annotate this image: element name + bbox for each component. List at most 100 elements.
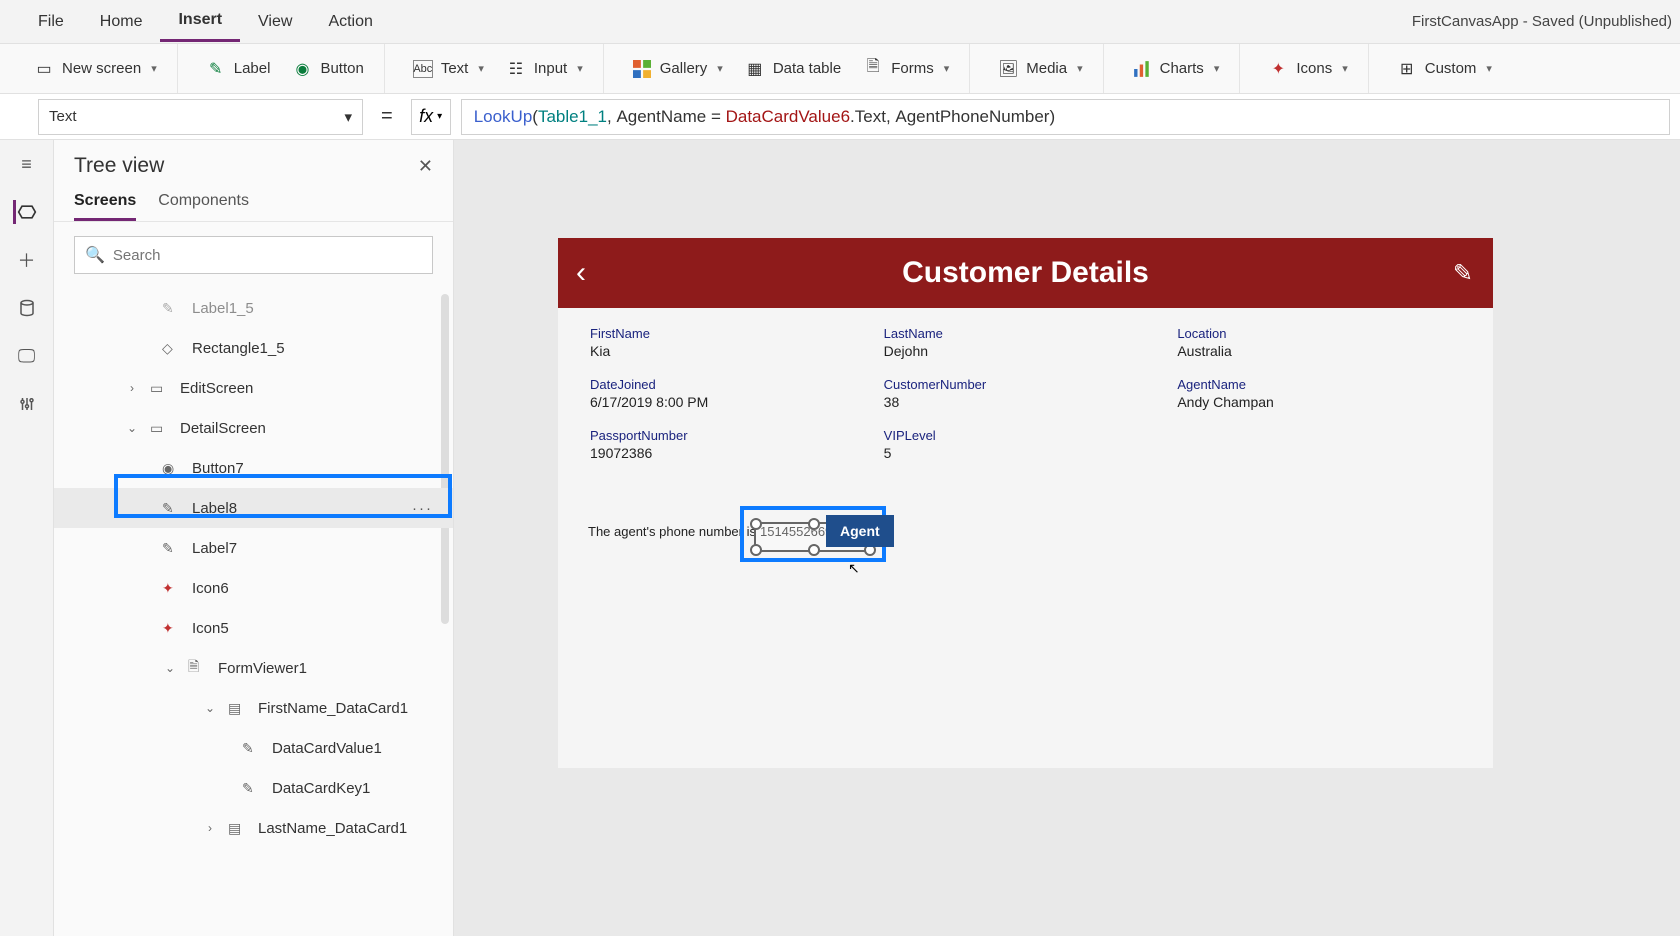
- chevron-down-icon: ▾: [344, 108, 352, 126]
- more-icon[interactable]: ···: [412, 500, 433, 517]
- data-table-button[interactable]: ▦ Data table: [737, 54, 849, 84]
- tree-item-label8[interactable]: ✎ Label8 ···: [54, 488, 453, 528]
- agentname-label: AgentName: [1177, 377, 1461, 392]
- form-icon: 🗎: [188, 656, 208, 680]
- search-input[interactable]: [113, 247, 422, 264]
- tree-item-icon6[interactable]: ✦ Icon6: [54, 568, 453, 608]
- button-button[interactable]: ◉ Button: [284, 54, 371, 84]
- tree-item-formviewer1[interactable]: ⌄ 🗎 FormViewer1: [54, 648, 453, 688]
- collapse-icon[interactable]: ⌄: [124, 421, 140, 435]
- tree-item-rectangle1-5[interactable]: ◇ Rectangle1_5: [54, 328, 453, 368]
- lastname-label: LastName: [884, 326, 1168, 341]
- button-icon: ◉: [292, 60, 312, 78]
- menu-file[interactable]: File: [20, 3, 82, 41]
- label-button[interactable]: ✎ Label: [198, 54, 279, 84]
- close-icon[interactable]: ✕: [418, 156, 433, 177]
- text-dropdown[interactable]: Abc Text ▾: [405, 54, 492, 84]
- new-screen-label: New screen: [62, 60, 141, 77]
- media-icon: 🖼: [998, 60, 1018, 78]
- gallery-dropdown[interactable]: Gallery ▾: [624, 54, 731, 84]
- charts-label: Charts: [1160, 60, 1204, 77]
- tree-item-firstname-datacard[interactable]: ⌄ ▤ FirstName_DataCard1: [54, 688, 453, 728]
- tree-list: ✎ Label1_5 ◇ Rectangle1_5 › ▭ EditScreen…: [54, 288, 453, 936]
- app-canvas[interactable]: ‹ Customer Details ✎ FirstName Kia LastN…: [558, 238, 1493, 768]
- menu-home[interactable]: Home: [82, 3, 161, 41]
- formula-fn: LookUp: [474, 107, 533, 127]
- canvas-area: ‹ Customer Details ✎ FirstName Kia LastN…: [454, 140, 1680, 936]
- chevron-down-icon: ▾: [478, 62, 484, 75]
- property-selector[interactable]: Text ▾: [38, 99, 363, 135]
- tree-item-detailscreen[interactable]: ⌄ ▭ DetailScreen: [54, 408, 453, 448]
- chevron-down-icon: ▾: [437, 111, 442, 122]
- input-dropdown[interactable]: ☷ Input ▾: [498, 54, 591, 84]
- tree-item-datacardvalue1[interactable]: ✎ DataCardValue1: [54, 728, 453, 768]
- expand-icon[interactable]: ›: [124, 381, 140, 395]
- firstname-label: FirstName: [590, 326, 874, 341]
- tree-item-label7[interactable]: ✎ Label7: [54, 528, 453, 568]
- new-screen-button[interactable]: ▭ New screen ▾: [26, 54, 165, 84]
- custom-icon: ⊞: [1397, 60, 1417, 78]
- collapse-icon[interactable]: ⌄: [162, 661, 178, 675]
- tree-item-label: Button7: [192, 460, 244, 477]
- tree-item-label: LastName_DataCard1: [258, 820, 407, 837]
- tree-item-label: Label7: [192, 540, 237, 557]
- chevron-down-icon: ▾: [1077, 62, 1083, 75]
- menu-insert[interactable]: Insert: [160, 1, 240, 42]
- tree-item-label1-5[interactable]: ✎ Label1_5: [54, 288, 453, 328]
- settings-icon[interactable]: [15, 392, 39, 416]
- table-icon: ▦: [745, 60, 765, 78]
- custom-label: Custom: [1425, 60, 1477, 77]
- formula-bar: Text ▾ = fx ▾ LookUp(Table1_1, AgentName…: [0, 94, 1680, 140]
- resize-handle[interactable]: [750, 544, 762, 556]
- expand-icon[interactable]: ›: [202, 821, 218, 835]
- tree-item-label: Label1_5: [192, 300, 254, 317]
- tab-components[interactable]: Components: [158, 192, 249, 221]
- edit-icon[interactable]: ✎: [1453, 259, 1473, 288]
- media-rail-icon[interactable]: 🖵: [15, 344, 39, 368]
- collapse-icon[interactable]: ⌄: [202, 701, 218, 715]
- add-icon[interactable]: ＋: [15, 248, 39, 272]
- app-header: ‹ Customer Details ✎: [558, 238, 1493, 308]
- custom-dropdown[interactable]: ⊞ Custom ▾: [1389, 54, 1500, 84]
- chevron-down-icon: ▾: [717, 62, 723, 75]
- formula-text-suffix: .Text: [850, 107, 886, 127]
- tree-search[interactable]: 🔍: [74, 236, 433, 274]
- tree-view-icon[interactable]: [13, 200, 37, 224]
- icons-dropdown[interactable]: ✦ Icons ▾: [1260, 54, 1355, 84]
- back-icon[interactable]: ‹: [576, 256, 586, 290]
- hamburger-icon[interactable]: ≡: [15, 152, 39, 176]
- charts-dropdown[interactable]: Charts ▾: [1124, 54, 1228, 84]
- datejoined-value: 6/17/2019 8:00 PM: [590, 394, 874, 410]
- media-dropdown[interactable]: 🖼 Media ▾: [990, 54, 1090, 84]
- location-label: Location: [1177, 326, 1461, 341]
- tree-item-label: DataCardValue1: [272, 740, 382, 757]
- resize-handle[interactable]: [750, 518, 762, 530]
- call-agent-button[interactable]: Agent: [826, 515, 894, 547]
- chevron-down-icon: ▾: [151, 62, 157, 75]
- tree-item-label: FirstName_DataCard1: [258, 700, 408, 717]
- tree-item-label: DetailScreen: [180, 420, 266, 437]
- resize-handle[interactable]: [808, 518, 820, 530]
- tree-item-lastname-datacard[interactable]: › ▤ LastName_DataCard1: [54, 808, 453, 848]
- resize-handle[interactable]: [808, 544, 820, 556]
- fx-dropdown[interactable]: fx ▾: [411, 99, 451, 135]
- formula-input[interactable]: LookUp(Table1_1, AgentName = DataCardVal…: [461, 99, 1670, 135]
- chevron-down-icon: ▾: [1342, 62, 1348, 75]
- menu-view[interactable]: View: [240, 3, 310, 41]
- data-icon[interactable]: [15, 296, 39, 320]
- tree-item-icon5[interactable]: ✦ Icon5: [54, 608, 453, 648]
- forms-dropdown[interactable]: 🗎 Forms ▾: [855, 54, 957, 84]
- shape-icon: ◇: [162, 340, 182, 357]
- tree-item-label: DataCardKey1: [272, 780, 370, 797]
- search-icon: 🔍: [85, 245, 105, 265]
- tab-screens[interactable]: Screens: [74, 192, 136, 221]
- tree-item-button7[interactable]: ◉ Button7: [54, 448, 453, 488]
- tree-item-editscreen[interactable]: › ▭ EditScreen: [54, 368, 453, 408]
- tree-item-datacardkey1[interactable]: ✎ DataCardKey1: [54, 768, 453, 808]
- label-icon: ✎: [206, 60, 226, 78]
- left-rail: ≡ ＋ 🖵: [0, 140, 54, 936]
- icons-label: Icons: [1296, 60, 1332, 77]
- icon-icon: ✦: [162, 580, 182, 597]
- page-title: Customer Details: [902, 256, 1149, 290]
- menu-action[interactable]: Action: [310, 3, 390, 41]
